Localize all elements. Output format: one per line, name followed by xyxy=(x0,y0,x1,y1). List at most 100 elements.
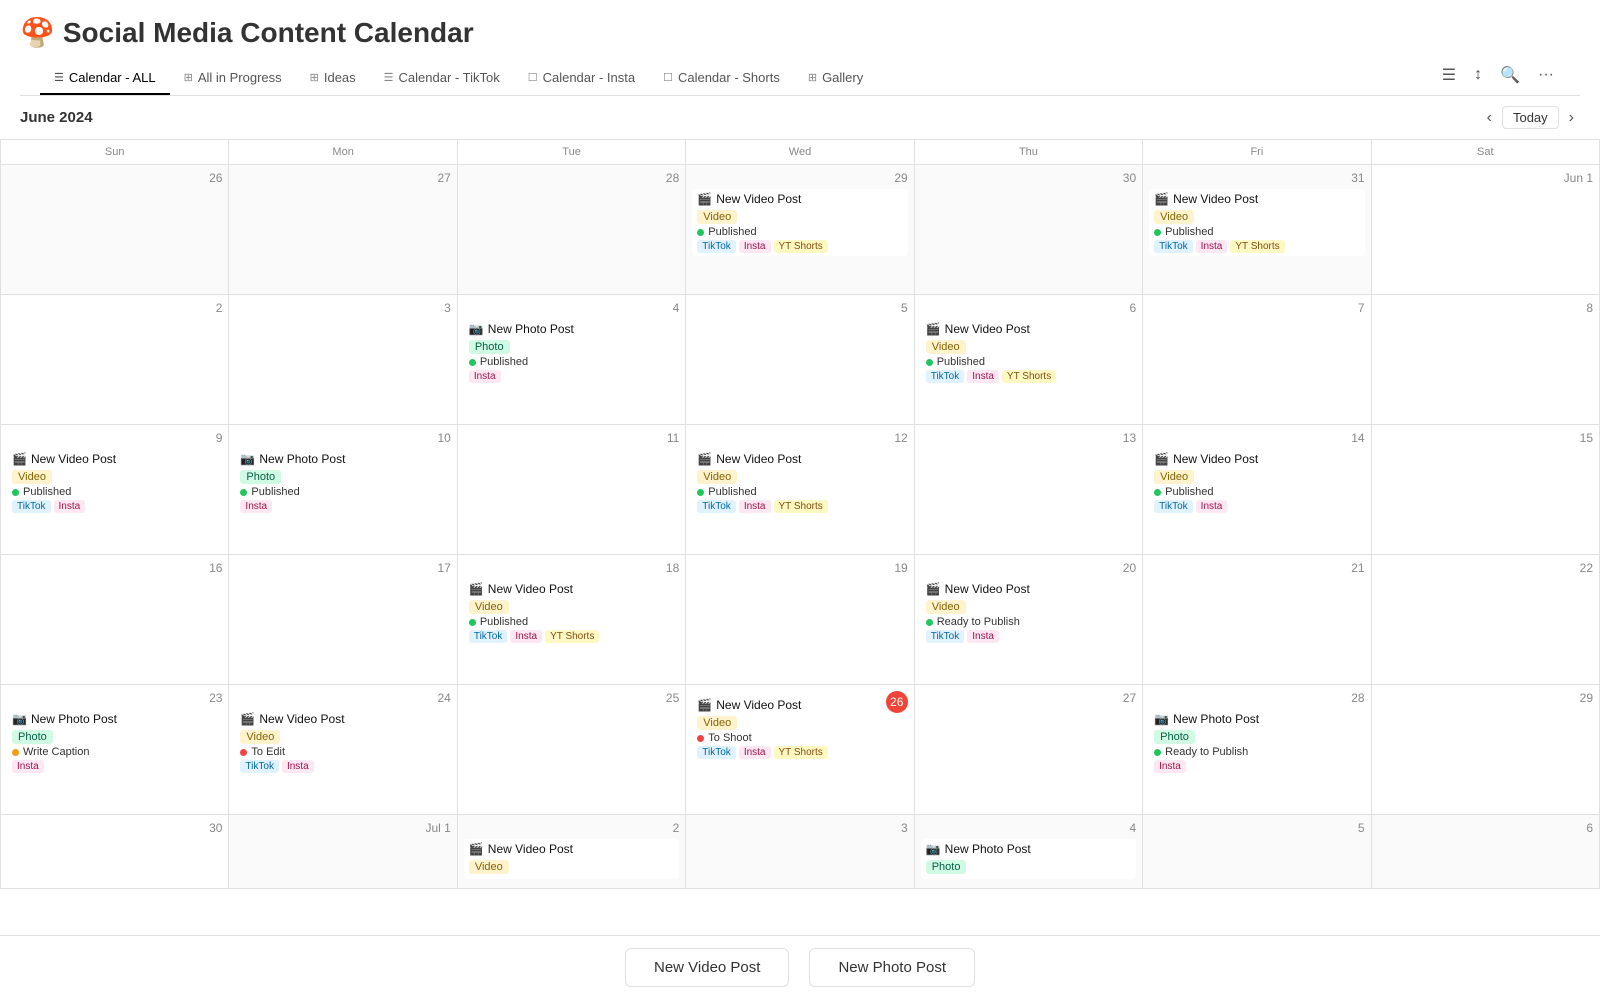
sort-icon[interactable]: ↕ xyxy=(1468,62,1488,88)
nav-tab-ideas[interactable]: ⊞Ideas xyxy=(296,61,370,95)
nav-tab-calendar-all[interactable]: ☰Calendar - ALL xyxy=(40,61,170,95)
day-cell[interactable]: 4📷New Photo PostPhotoPublishedInsta xyxy=(458,295,686,425)
event-card[interactable]: 📷New Photo PostPhotoPublishedInsta xyxy=(235,449,450,516)
day-cell[interactable]: 3 xyxy=(686,815,914,889)
day-cell[interactable]: 23📷New Photo PostPhotoWrite CaptionInsta xyxy=(1,685,229,815)
date-number: 21 xyxy=(1149,561,1364,575)
platform-tag: Insta xyxy=(739,746,771,759)
day-cell[interactable]: 12🎬New Video PostVideoPublishedTikTokIns… xyxy=(686,425,914,555)
date-number: Jun 1 xyxy=(1378,171,1593,185)
day-cell[interactable]: 28📷New Photo PostPhotoReady to PublishIn… xyxy=(1143,685,1371,815)
day-cell[interactable]: 29🎬New Video PostVideoPublishedTikTokIns… xyxy=(686,165,914,295)
filter-icon[interactable]: ☰ xyxy=(1436,61,1462,89)
event-card[interactable]: 📷New Photo PostPhotoReady to PublishInst… xyxy=(1149,709,1364,776)
calendar-grid: SunMonTueWedThuFriSat 26272829🎬New Video… xyxy=(0,139,1600,889)
platform-tag: Insta xyxy=(739,500,771,513)
event-card[interactable]: 🎬New Video PostVideoPublishedTikTokInsta… xyxy=(464,579,679,646)
day-cell[interactable]: 22 xyxy=(1372,555,1600,685)
date-number: 20 xyxy=(921,561,1136,575)
platform-tag: Insta xyxy=(967,630,999,643)
event-card[interactable]: 📷New Photo PostPhotoWrite CaptionInsta xyxy=(7,709,222,776)
nav-tab-calendar-insta[interactable]: ☐Calendar - Insta xyxy=(514,61,649,95)
new-photo-post-button[interactable]: New Photo Post xyxy=(809,948,975,987)
event-card[interactable]: 📷New Photo PostPhoto xyxy=(921,839,1136,879)
day-cell[interactable]: 10📷New Photo PostPhotoPublishedInsta xyxy=(229,425,457,555)
event-card[interactable]: 🎬New Video PostVideoReady to PublishTikT… xyxy=(921,579,1136,646)
platform-tags: Insta xyxy=(1154,760,1359,773)
day-cell[interactable]: 9🎬New Video PostVideoPublishedTikTokInst… xyxy=(1,425,229,555)
day-cell[interactable]: 25 xyxy=(458,685,686,815)
event-card[interactable]: 📷New Photo PostPhotoPublishedInsta xyxy=(464,319,679,386)
day-cell[interactable]: 6🎬New Video PostVideoPublishedTikTokInst… xyxy=(915,295,1143,425)
day-cell[interactable]: 8 xyxy=(1372,295,1600,425)
platform-tag: Insta xyxy=(54,500,86,513)
day-cell[interactable]: 28 xyxy=(458,165,686,295)
app-header: 🍄 Social Media Content Calendar ☰Calenda… xyxy=(0,0,1600,96)
day-cell[interactable]: 16 xyxy=(1,555,229,685)
day-cell[interactable]: 13 xyxy=(915,425,1143,555)
day-cell[interactable]: 27 xyxy=(229,165,457,295)
day-cell[interactable]: 6 xyxy=(1372,815,1600,889)
date-number: 17 xyxy=(235,561,450,575)
date-number: 18 xyxy=(464,561,679,575)
platform-tag: Insta xyxy=(282,760,314,773)
day-cell[interactable]: 14🎬New Video PostVideoPublishedTikTokIns… xyxy=(1143,425,1371,555)
date-number: 7 xyxy=(1149,301,1364,315)
day-cell[interactable]: 24🎬New Video PostVideoTo EditTikTokInsta xyxy=(229,685,457,815)
event-emoji: 📷 xyxy=(1154,712,1169,726)
event-card[interactable]: 🎬New Video PostVideoPublishedTikTokInsta xyxy=(1149,449,1364,516)
day-cell[interactable]: 11 xyxy=(458,425,686,555)
day-cell[interactable]: 2 xyxy=(1,295,229,425)
next-month-button[interactable]: › xyxy=(1563,107,1580,129)
platform-tags: TikTokInsta xyxy=(240,760,445,773)
event-title: 📷New Photo Post xyxy=(1154,712,1359,726)
event-title: 🎬New Video Post xyxy=(697,698,885,712)
day-cell[interactable]: 7 xyxy=(1143,295,1371,425)
day-cell[interactable]: 19 xyxy=(686,555,914,685)
day-cell[interactable]: 30 xyxy=(915,165,1143,295)
tab-label: All in Progress xyxy=(198,70,282,85)
day-cell[interactable]: 31🎬New Video PostVideoPublishedTikTokIns… xyxy=(1143,165,1371,295)
day-cell[interactable]: 3 xyxy=(229,295,457,425)
day-cell[interactable]: 26🎬New Video PostVideoTo ShootTikTokInst… xyxy=(686,685,914,815)
day-cell[interactable]: 15 xyxy=(1372,425,1600,555)
nav-tab-calendar-shorts[interactable]: ☐Calendar - Shorts xyxy=(649,61,794,95)
day-cell[interactable]: 21 xyxy=(1143,555,1371,685)
event-card[interactable]: 🎬New Video PostVideoPublishedTikTokInsta… xyxy=(921,319,1136,386)
day-cell[interactable]: 20 🎬New Video PostVideoReady to PublishTi… xyxy=(915,555,1143,685)
new-video-post-button[interactable]: New Video Post xyxy=(625,948,789,987)
event-card[interactable]: 🎬New Video PostVideoPublishedTikTokInsta… xyxy=(692,189,907,256)
day-cell[interactable]: 2🎬New Video PostVideo xyxy=(458,815,686,889)
event-card[interactable]: 🎬New Video PostVideoPublishedTikTokInsta… xyxy=(692,449,907,516)
day-cell[interactable]: 5 xyxy=(1143,815,1371,889)
day-cell[interactable]: 4📷New Photo PostPhoto xyxy=(915,815,1143,889)
event-card[interactable]: 🎬New Video PostVideoTo ShootTikTokInstaY… xyxy=(692,695,907,762)
nav-tab-calendar-tiktok[interactable]: ☰Calendar - TikTok xyxy=(370,61,514,95)
day-cell[interactable]: 27 xyxy=(915,685,1143,815)
event-card[interactable]: 🎬New Video PostVideo xyxy=(464,839,679,879)
day-cell[interactable]: Jun 1 xyxy=(1372,165,1600,295)
day-cell[interactable]: Jul 1 xyxy=(229,815,457,889)
event-emoji: 🎬 xyxy=(697,452,712,466)
more-icon[interactable]: ··· xyxy=(1532,62,1560,88)
search-icon[interactable]: 🔍 xyxy=(1494,61,1526,89)
event-card[interactable]: 🎬New Video PostVideoTo EditTikTokInsta xyxy=(235,709,450,776)
day-cell[interactable]: 29 xyxy=(1372,685,1600,815)
today-button[interactable]: Today xyxy=(1502,106,1559,129)
event-card[interactable]: 🎬New Video PostVideoPublishedTikTokInsta… xyxy=(1149,189,1364,256)
day-cell[interactable]: 26 xyxy=(1,165,229,295)
nav-tab-gallery[interactable]: ⊞Gallery xyxy=(794,61,877,95)
day-cell[interactable]: 30 xyxy=(1,815,229,889)
event-type-tag: Video xyxy=(697,210,737,224)
weeks: 26272829🎬New Video PostVideoPublishedTik… xyxy=(1,165,1600,889)
tab-icon: ☰ xyxy=(54,71,64,84)
event-title: 🎬New Video Post xyxy=(1154,192,1359,206)
platform-tag: Insta xyxy=(240,500,272,513)
day-cell[interactable]: 18 🎬New Video PostVideoPublishedTikTokIns… xyxy=(458,555,686,685)
prev-month-button[interactable]: ‹ xyxy=(1481,107,1498,129)
tab-icon: ☰ xyxy=(384,71,394,84)
nav-tab-all-in-progress[interactable]: ⊞All in Progress xyxy=(170,61,296,95)
event-card[interactable]: 🎬New Video PostVideoPublishedTikTokInsta xyxy=(7,449,222,516)
day-cell[interactable]: 17 xyxy=(229,555,457,685)
day-cell[interactable]: 5 xyxy=(686,295,914,425)
